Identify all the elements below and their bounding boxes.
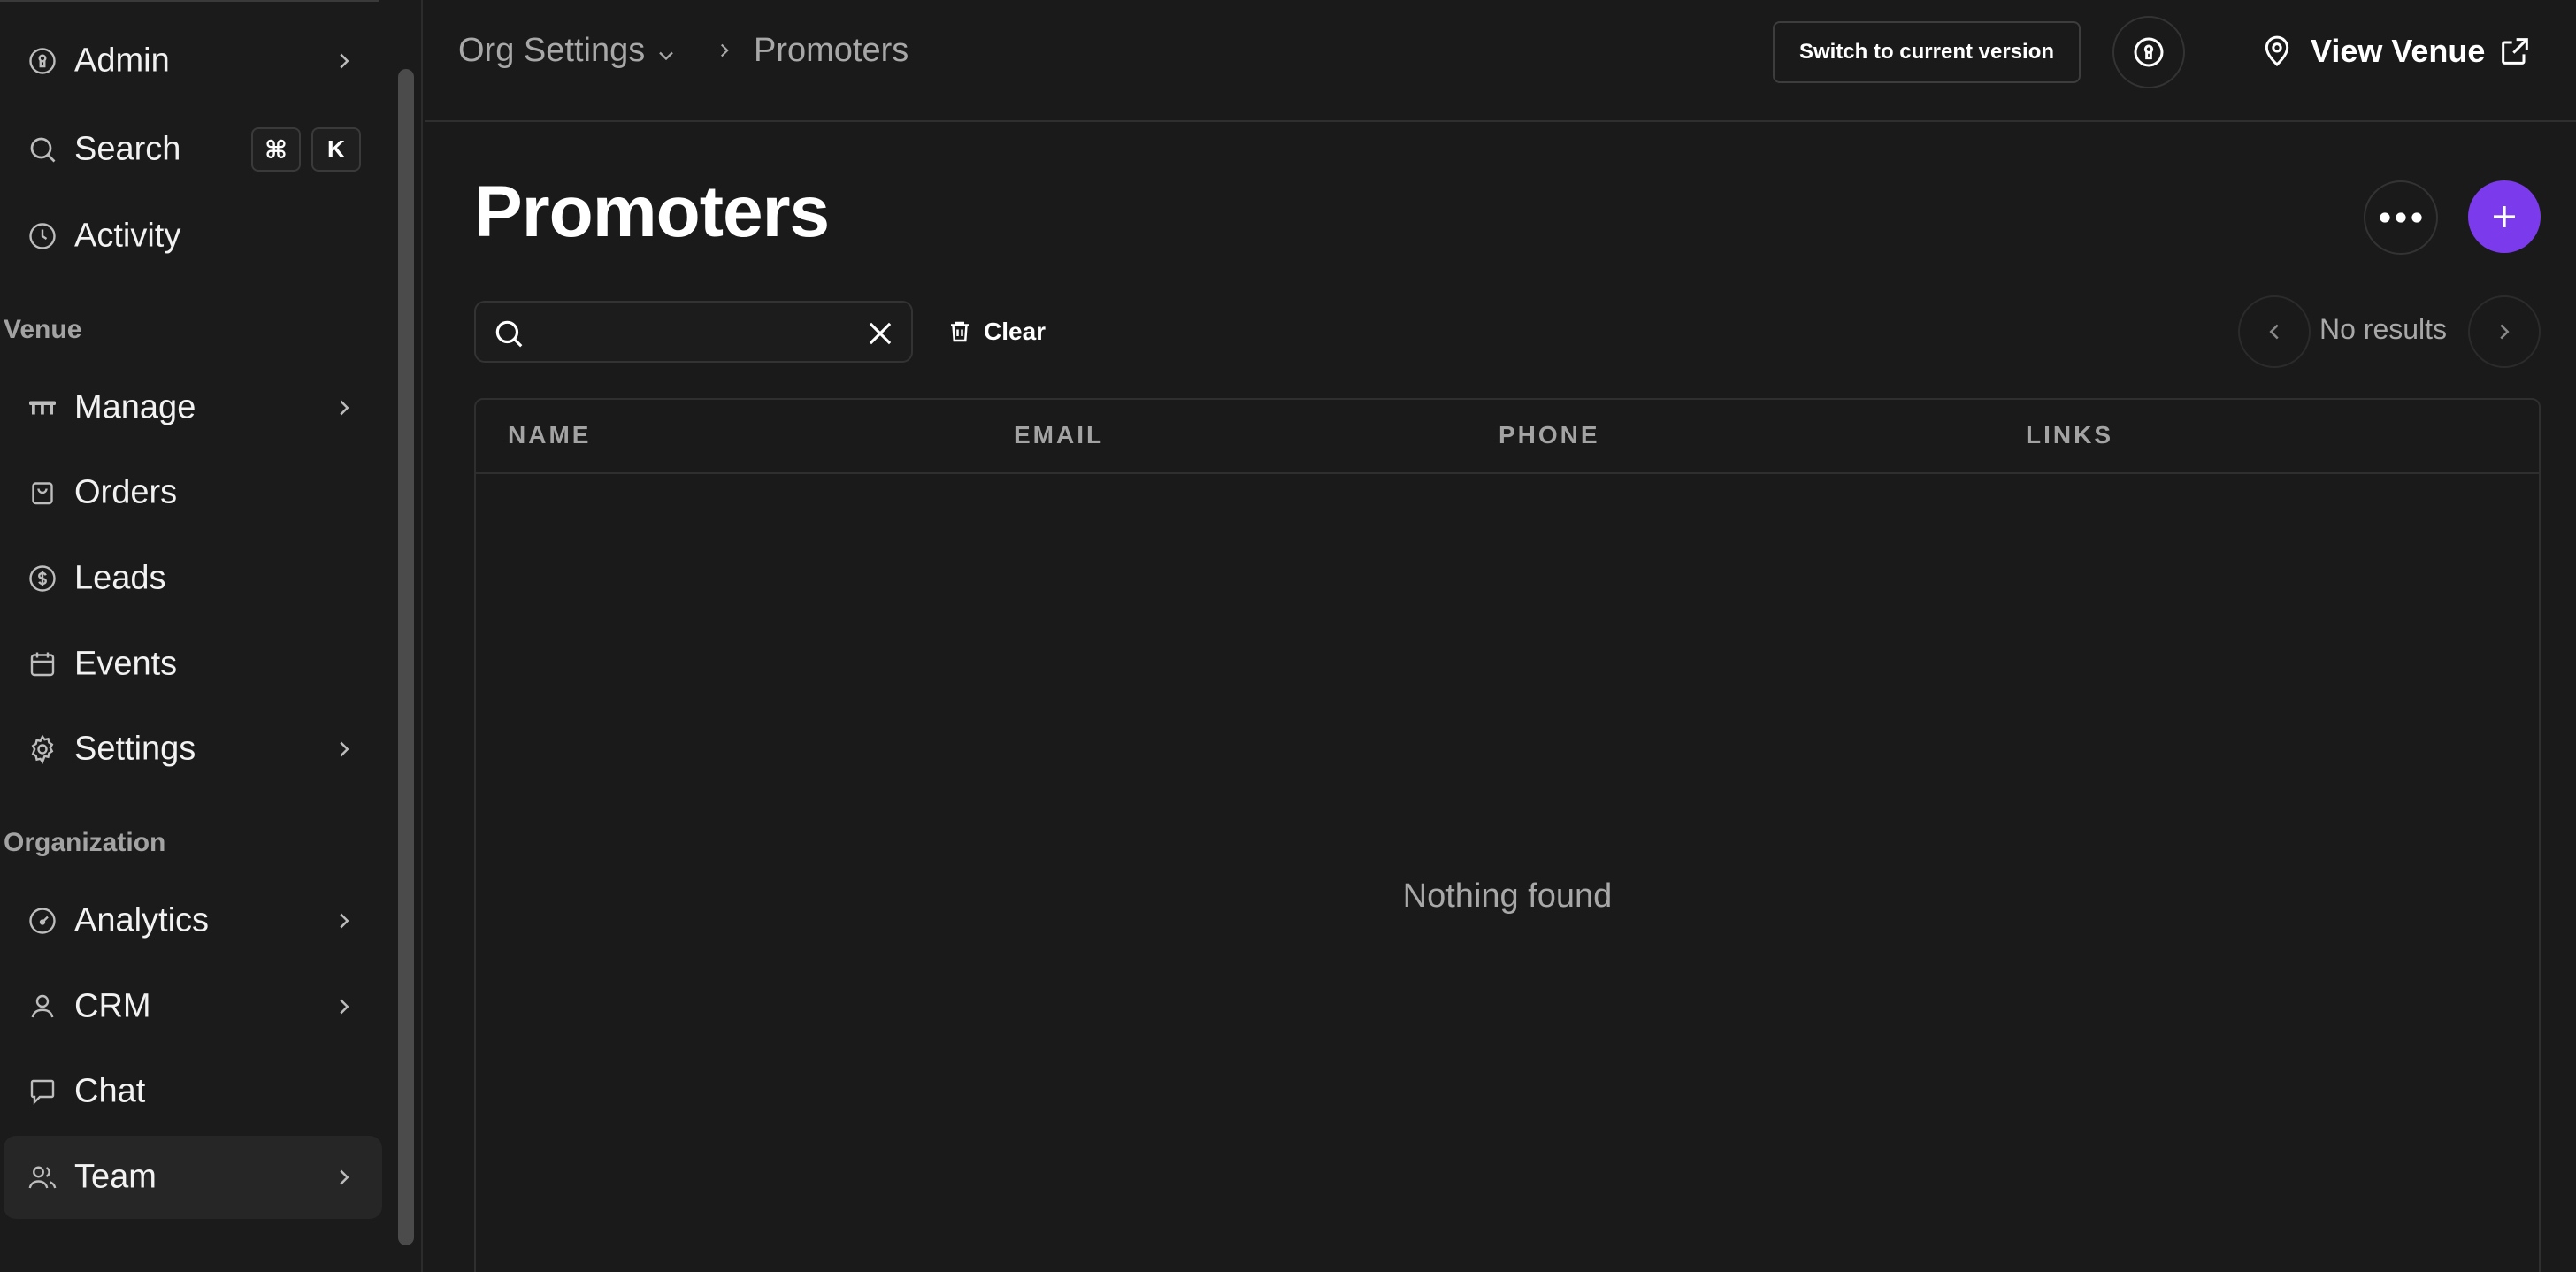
sidebar-item-events[interactable]: Events [4, 623, 382, 706]
search-icon [495, 320, 523, 348]
clock-icon [27, 220, 58, 252]
external-link-icon [2502, 38, 2529, 65]
gauge-icon [27, 905, 58, 937]
column-header-links[interactable]: LINKS [2026, 421, 2113, 449]
sidebar-divider [0, 0, 379, 2]
breadcrumb-current: Promoters [754, 32, 909, 69]
switch-version-button[interactable]: Switch to current version [1773, 21, 2081, 83]
sidebar-scrollbar-thumb[interactable] [398, 69, 414, 1245]
calendar-icon [27, 648, 58, 680]
empty-state-text: Nothing found [1402, 877, 1613, 915]
sidebar-item-chat[interactable]: Chat [4, 1050, 382, 1133]
user-icon [27, 991, 58, 1023]
top-bar: Org Settings Promoters Switch to current… [425, 0, 2576, 122]
breadcrumb-parent-label: Org Settings [458, 32, 646, 69]
pager-next-button[interactable] [2468, 295, 2541, 368]
search-icon [27, 134, 58, 165]
sidebar: Admin Search ⌘ K Activity Venue Manage O… [0, 0, 423, 1272]
table-header: NAME EMAIL PHONE LINKS [476, 400, 2539, 474]
sidebar-item-crm[interactable]: CRM [4, 965, 382, 1048]
chevron-right-icon [331, 993, 357, 1020]
sidebar-item-label: Chat [74, 1072, 146, 1110]
chevron-right-icon [331, 736, 357, 762]
sidebar-item-leads[interactable]: Leads [4, 537, 382, 620]
sidebar-item-label: Events [74, 645, 178, 683]
chevron-down-icon [654, 39, 678, 64]
column-header-phone[interactable]: PHONE [1499, 421, 1600, 449]
trash-icon [951, 321, 969, 342]
sidebar-item-label: Manage [74, 388, 196, 426]
sidebar-item-label: Orders [74, 473, 178, 511]
chat-bubble-icon [27, 1076, 58, 1107]
search-field[interactable] [474, 301, 913, 363]
sidebar-section-organization: Organization [4, 828, 166, 857]
sidebar-item-activity[interactable]: Activity [4, 195, 382, 278]
chevron-right-icon [713, 39, 736, 62]
chevron-right-icon [2500, 324, 2510, 340]
add-promoter-button[interactable] [2468, 180, 2541, 253]
sidebar-item-label: Settings [74, 730, 196, 768]
plus-icon [2494, 206, 2515, 227]
ellipsis-icon [2380, 212, 2422, 223]
chevron-right-icon [331, 908, 357, 934]
close-icon[interactable] [863, 317, 897, 350]
sidebar-item-label: Leads [74, 559, 166, 597]
table-icon [27, 392, 58, 424]
sidebar-item-search[interactable]: Search ⌘ K [4, 108, 382, 191]
shortcut-key-cmd: ⌘ [251, 127, 301, 172]
sidebar-item-label: Activity [74, 217, 181, 255]
sidebar-section-venue: Venue [4, 315, 82, 344]
chevron-left-icon [2269, 324, 2279, 340]
column-header-email[interactable]: EMAIL [1014, 421, 1104, 449]
map-pin-icon [2265, 35, 2289, 67]
view-venue-label: View Venue [2311, 33, 2486, 69]
sidebar-item-manage[interactable]: Manage [4, 366, 382, 449]
more-options-button[interactable] [2364, 180, 2438, 255]
shortcut-key-k: K [311, 127, 361, 172]
keyhole-button[interactable] [2112, 16, 2185, 88]
sidebar-item-label: Analytics [74, 901, 210, 939]
gear-icon [27, 733, 58, 765]
clear-button[interactable]: Clear [947, 311, 1046, 352]
users-icon [27, 1161, 58, 1193]
view-venue-link[interactable]: View Venue [2259, 25, 2533, 78]
pager-status: No results [2319, 313, 2448, 345]
app-root: Admin Search ⌘ K Activity Venue Manage O… [0, 0, 2576, 1272]
pager-previous-button[interactable] [2238, 295, 2311, 368]
sidebar-item-team[interactable]: Team [4, 1136, 382, 1219]
sidebar-item-label: Team [74, 1158, 157, 1196]
admin-badge-icon [27, 45, 58, 77]
dollar-circle-icon [27, 563, 58, 594]
promoters-table: NAME EMAIL PHONE LINKS Nothing found [474, 398, 2541, 1272]
search-input[interactable] [538, 310, 839, 354]
breadcrumb-org-settings[interactable]: Org Settings [458, 32, 678, 70]
sidebar-item-analytics[interactable]: Analytics [4, 879, 382, 962]
sidebar-item-label: Admin [74, 42, 170, 80]
column-header-name[interactable]: NAME [508, 421, 591, 449]
chevron-right-icon [331, 1164, 357, 1191]
sidebar-item-orders[interactable]: Orders [4, 451, 382, 534]
clear-label: Clear [984, 318, 1046, 345]
sidebar-item-label: Search [74, 130, 181, 168]
page-title: Promoters [474, 172, 830, 252]
chevron-right-icon [331, 395, 357, 421]
sidebar-item-settings[interactable]: Settings [4, 708, 382, 791]
keyhole-icon [2134, 37, 2164, 67]
sidebar-item-label: CRM [74, 987, 151, 1025]
sidebar-item-admin[interactable]: Admin [4, 19, 382, 103]
shopping-bag-icon [27, 477, 58, 509]
chevron-right-icon [331, 48, 357, 74]
